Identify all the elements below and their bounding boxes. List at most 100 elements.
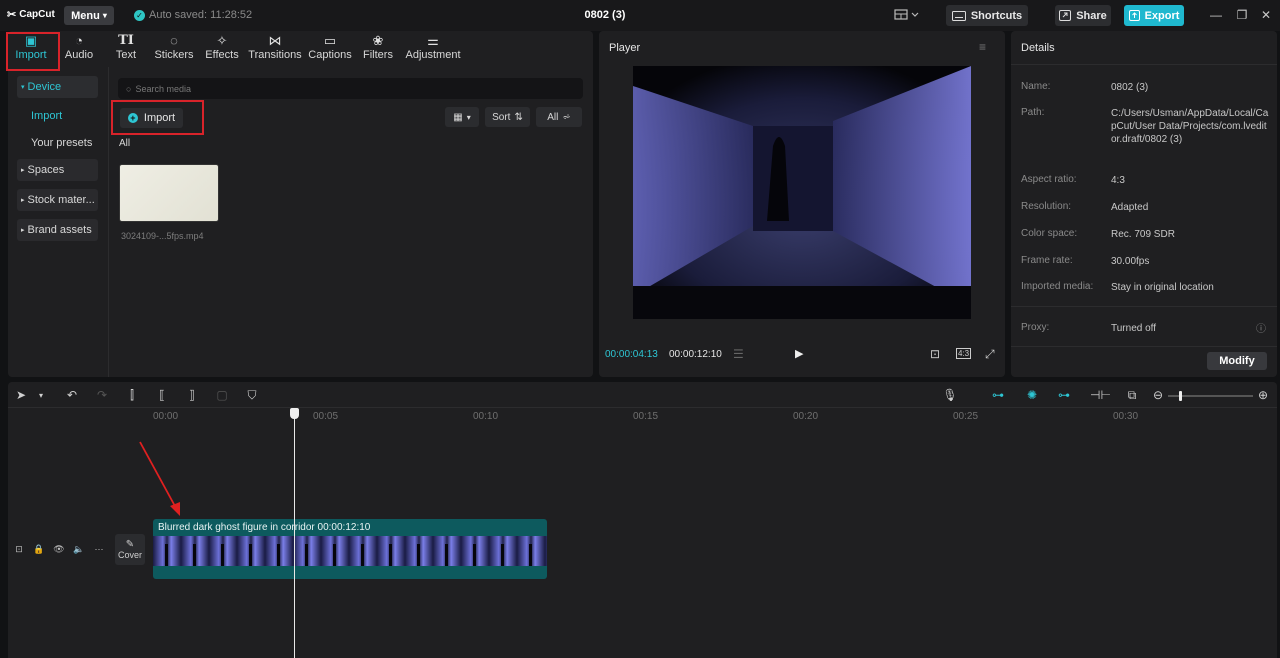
export-icon (1128, 10, 1140, 21)
auto-snap-icon[interactable]: ✺ (1024, 388, 1040, 402)
detail-value: Stay in original location (1111, 282, 1214, 293)
effects-icon: ✧ (216, 33, 228, 48)
eye-icon[interactable]: 👁 (53, 544, 65, 555)
detail-key: Name: (1021, 81, 1051, 92)
filter-button[interactable]: All ⩫ (536, 107, 582, 127)
menu-button[interactable]: Menu ▾ (64, 6, 114, 25)
caption-icon[interactable]: ⧉ (1124, 388, 1140, 403)
speaker-icon[interactable]: 🔈 (73, 544, 85, 555)
sidebar-item-label: Brand assets (27, 224, 92, 236)
menu-lines-icon[interactable]: ≡ (979, 40, 986, 54)
linkage-icon[interactable]: ⊶ (1056, 388, 1072, 402)
playhead-handle[interactable] (290, 408, 299, 419)
sidebar-item-label: Stock mater... (27, 194, 95, 206)
detail-key: Aspect ratio: (1021, 174, 1077, 185)
undo-icon[interactable]: ↶ (64, 388, 80, 402)
preview-axis-icon[interactable]: ⊣⊢ (1090, 388, 1111, 402)
track-toggle-icon[interactable]: ⊡ (13, 544, 25, 555)
tab-text[interactable]: TI Text (111, 33, 141, 67)
layout-icon[interactable] (894, 8, 922, 23)
cover-button[interactable]: ✎ Cover (115, 534, 145, 565)
sidebar-item-your-presets[interactable]: Your presets (31, 137, 92, 149)
highlight-box (6, 32, 60, 71)
tab-label: Audio (64, 49, 94, 61)
divider (1011, 306, 1277, 307)
grid-icon: ▦ (453, 111, 463, 123)
adjustment-icon: ⚌ (427, 33, 439, 48)
filter-label: All (547, 111, 559, 123)
fullscreen-icon[interactable]: ⤢ (985, 347, 995, 362)
export-button[interactable]: Export (1124, 5, 1184, 26)
sidebar-item-brand-assets[interactable]: ▸ Brand assets (17, 219, 98, 241)
split-left-icon[interactable]: ⟦ (154, 388, 170, 402)
tab-label: Captions (308, 49, 352, 61)
clip-filmstrip (153, 536, 547, 566)
main-track-magnet-icon[interactable]: ⊶ (990, 388, 1006, 402)
search-icon: ○ (126, 83, 132, 94)
zoom-slider-handle[interactable] (1179, 391, 1182, 401)
view-mode-button[interactable]: ▦ ▾ (445, 107, 479, 127)
menu-label: Menu (71, 9, 100, 22)
shortcuts-button[interactable]: Shortcuts (946, 5, 1028, 26)
tab-stickers[interactable]: ◌ Stickers (152, 33, 196, 67)
filters-icon: ❀ (372, 33, 384, 48)
select-tool-icon[interactable]: ➤ (13, 388, 29, 402)
lock-icon[interactable]: 🔒 (33, 544, 45, 555)
more-icon[interactable]: ⋯ (93, 544, 105, 555)
tab-transitions[interactable]: ⋈ Transitions (247, 33, 303, 67)
tab-label: Adjustment (405, 49, 461, 61)
close-icon[interactable]: ✕ (1258, 8, 1274, 22)
chevron-down-icon[interactable]: ▾ (33, 391, 49, 400)
tab-audio[interactable]: ◔ Audio (60, 33, 98, 67)
video-clip[interactable]: Blurred dark ghost figure in corridor 00… (153, 519, 547, 579)
autosave-status: ✓ Auto saved: 11:28:52 (134, 9, 252, 21)
captions-icon: ▭ (323, 33, 337, 48)
capcut-logo: ✂ CapCut (7, 8, 55, 21)
media-panel: ▣ Import ◔ Audio TI Text ◌ Stickers ✧ Ef… (6, 31, 593, 377)
video-preview (633, 66, 971, 319)
aspect-ratio-button[interactable]: 4:3 (956, 348, 972, 359)
detail-value: 30.00fps (1111, 256, 1150, 267)
microphone-icon[interactable]: 🎙 (942, 388, 958, 402)
delete-icon[interactable]: ▢ (214, 388, 230, 402)
tab-adjustment[interactable]: ⚌ Adjustment (404, 33, 462, 67)
play-icon[interactable]: ▶ (795, 347, 803, 360)
redo-icon[interactable]: ↷ (94, 388, 110, 402)
sidebar-item-spaces[interactable]: ▸ Spaces (17, 159, 98, 181)
info-icon[interactable]: ⓘ (1256, 320, 1266, 335)
sidebar-item-stock-material[interactable]: ▸ Stock mater... (17, 189, 98, 211)
highlight-box (111, 100, 204, 135)
sort-icon: ⇅ (514, 111, 523, 123)
sidebar-item-import[interactable]: Import (31, 110, 62, 122)
detail-value: Adapted (1111, 202, 1149, 213)
restore-icon[interactable]: ❐ (1234, 8, 1250, 22)
zoom-in-icon[interactable]: ⊕ (1255, 388, 1271, 402)
caret-right-icon: ▸ (21, 227, 25, 234)
split-icon[interactable]: ⫿ (124, 388, 140, 403)
clip-title: Blurred dark ghost figure in corridor 00… (158, 522, 371, 533)
split-right-icon[interactable]: ⟧ (184, 388, 200, 402)
marker-icon[interactable]: ⛉ (244, 388, 260, 403)
filter-icon: ⩫ (562, 111, 571, 123)
tab-captions[interactable]: ▭ Captions (306, 33, 354, 67)
search-input[interactable]: ○ Search media (118, 78, 583, 99)
media-thumbnail[interactable] (119, 164, 219, 222)
ruler-mark: 00:05 (313, 411, 339, 422)
title-bar: ✂ CapCut Menu ▾ ✓ Auto saved: 11:28:52 0… (0, 0, 1280, 31)
playhead[interactable] (294, 412, 295, 658)
share-button[interactable]: Share (1055, 5, 1111, 26)
sort-button[interactable]: Sort ⇅ (485, 107, 530, 127)
share-label: Share (1076, 9, 1107, 22)
tab-filters[interactable]: ❀ Filters (361, 33, 395, 67)
zoom-slider[interactable] (1168, 391, 1253, 401)
ruler-mark: 00:30 (1113, 411, 1139, 422)
media-sidebar: ▾ Device Import Your presets ▸ Spaces ▸ … (8, 67, 109, 377)
tab-effects[interactable]: ✧ Effects (203, 33, 241, 67)
modify-button[interactable]: Modify (1207, 352, 1267, 370)
current-time: 00:00:04:13 (605, 349, 658, 360)
timeline-list-icon[interactable]: ☰ (733, 347, 744, 361)
screenshot-icon[interactable]: ⊡ (930, 347, 940, 361)
sidebar-item-device[interactable]: ▾ Device (17, 76, 98, 98)
zoom-out-icon[interactable]: ⊖ (1150, 388, 1166, 402)
minimize-icon[interactable]: — (1208, 8, 1224, 22)
